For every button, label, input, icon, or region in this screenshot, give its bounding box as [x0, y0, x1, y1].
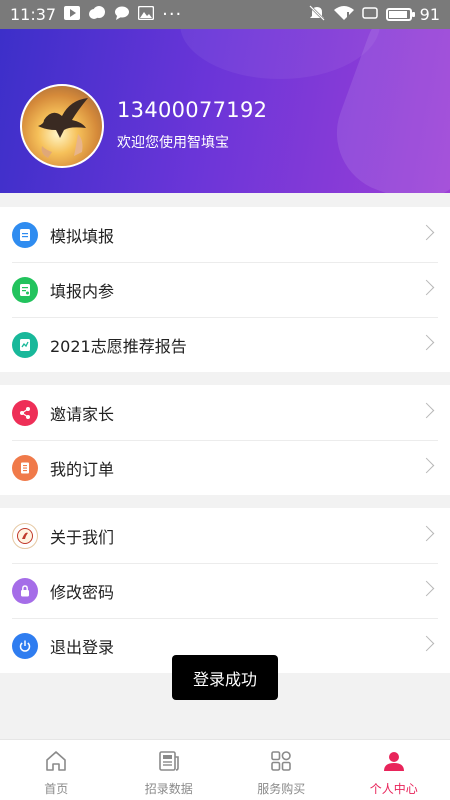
menu-item-label: 修改密码 [50, 582, 115, 602]
tab-label: 服务购买 [257, 782, 306, 796]
lock-icon [12, 577, 38, 604]
chevron-right-icon [418, 525, 435, 542]
chevron-right-icon [418, 224, 435, 241]
avatar[interactable] [20, 84, 104, 168]
menu-item-change-password[interactable]: 修改密码 [0, 563, 450, 618]
battery-icon [385, 8, 415, 21]
menu-item-invite-parents[interactable]: 邀请家长 [0, 385, 450, 440]
tab-label: 个人中心 [369, 782, 418, 796]
power-icon [12, 632, 38, 659]
grid-icon [268, 748, 294, 774]
cloud-icon [88, 6, 106, 23]
menu-item-mock-fill[interactable]: 模拟填报 [0, 207, 450, 262]
tab-admission-data[interactable]: 招录数据 [113, 740, 226, 800]
chart-doc-icon [12, 331, 38, 358]
menu-item-label: 退出登录 [50, 637, 115, 657]
order-icon [12, 454, 38, 481]
profile-header: 13400077192 欢迎您使用智填宝 [0, 29, 450, 193]
chevron-right-icon [418, 580, 435, 597]
menu-item-recommend-report[interactable]: 2021志愿推荐报告 [0, 317, 450, 372]
menu-group-1: 模拟填报 填报内参 2021志愿推荐报告 [0, 207, 450, 372]
user-phone: 13400077192 [117, 98, 268, 122]
chevron-right-icon [418, 279, 435, 296]
chevron-right-icon [418, 635, 435, 652]
share-icon [12, 399, 38, 426]
chevron-right-icon [418, 402, 435, 419]
menu-item-label: 模拟填报 [50, 226, 115, 246]
menu-item-label: 我的订单 [50, 459, 115, 479]
menu-item-fill-reference[interactable]: 填报内参 [0, 262, 450, 317]
person-icon [381, 748, 407, 774]
mute-icon [308, 5, 326, 24]
tab-service-purchase[interactable]: 服务购买 [225, 740, 338, 800]
screen-icon [361, 6, 378, 23]
menu-item-my-orders[interactable]: 我的订单 [0, 440, 450, 495]
wifi-icon [333, 5, 354, 24]
logo-icon [12, 522, 38, 549]
menu-group-3: 关于我们 修改密码 退出登录 [0, 508, 450, 673]
chevron-right-icon [418, 334, 435, 351]
image-icon [137, 5, 155, 23]
tab-home[interactable]: 首页 [0, 740, 113, 800]
toast-message: 登录成功 [172, 655, 278, 700]
menu-item-label: 填报内参 [50, 281, 115, 301]
menu-group-2: 邀请家长 我的订单 [0, 385, 450, 495]
chat-icon [114, 6, 130, 23]
bottom-tab-bar: 首页 招录数据 服务购买 个人中心 [0, 739, 450, 800]
newspaper-icon [156, 748, 182, 774]
tab-label: 招录数据 [144, 782, 193, 796]
tab-label: 首页 [44, 782, 69, 796]
menu-item-label: 关于我们 [50, 527, 115, 547]
home-icon [43, 748, 69, 774]
chevron-right-icon [418, 457, 435, 474]
header-decoration [180, 29, 380, 79]
report-icon [12, 276, 38, 303]
status-time: 11:37 [10, 5, 57, 24]
status-bar: 11:37 ··· 91 [0, 0, 450, 29]
battery-level: 91 [419, 5, 440, 24]
menu-item-label: 邀请家长 [50, 404, 115, 424]
document-icon [12, 221, 38, 248]
more-dots: ··· [162, 4, 183, 25]
menu-item-about-us[interactable]: 关于我们 [0, 508, 450, 563]
menu-item-label: 2021志愿推荐报告 [50, 336, 187, 356]
tab-personal-center[interactable]: 个人中心 [338, 740, 450, 800]
welcome-text: 欢迎您使用智填宝 [117, 135, 229, 151]
play-icon [64, 6, 81, 23]
